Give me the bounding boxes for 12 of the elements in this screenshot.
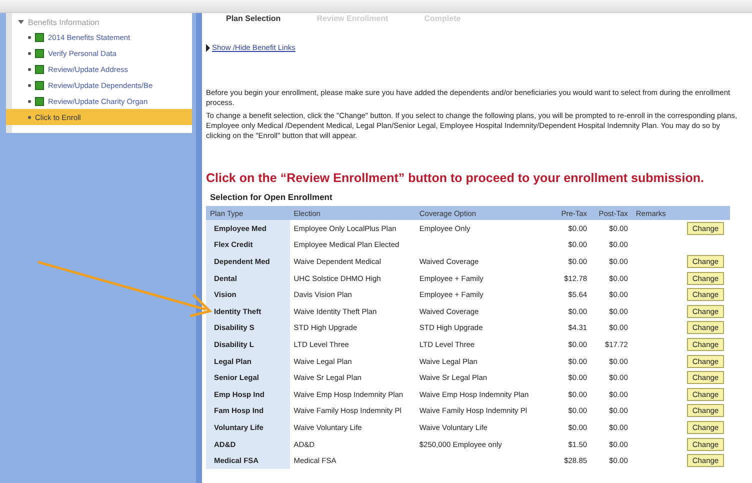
expand-arrow-icon	[206, 44, 210, 52]
notice-heading: Click on the “Review Enrollment” button to proceed to your enrollment submission.	[206, 171, 705, 185]
bullet-icon	[28, 84, 31, 86]
table-title: Selection for Open Enrollment	[210, 192, 334, 202]
expand-triangle-icon[interactable]	[18, 20, 24, 24]
nav-group-label: Benefits Information	[28, 18, 100, 26]
step-label: Plan Selection	[226, 13, 281, 24]
bullet-icon	[28, 52, 31, 54]
bullet-icon	[28, 100, 31, 102]
bullet-icon	[28, 36, 31, 38]
bullet-icon	[28, 68, 31, 70]
bullet-icon	[28, 116, 31, 118]
